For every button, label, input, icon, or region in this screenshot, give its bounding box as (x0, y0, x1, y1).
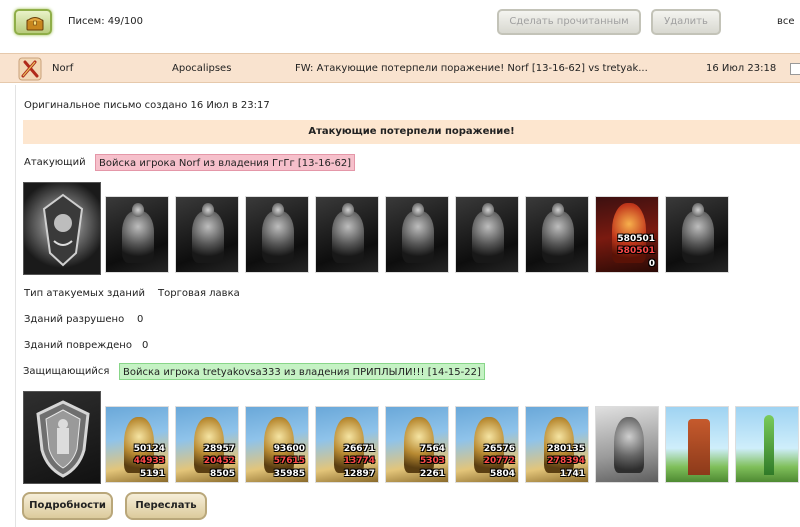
buildings-destroyed-value: 0 (137, 314, 144, 325)
battle-result-banner: Атакующие потерпели поражение! (23, 120, 800, 144)
unit-count: 5804 (489, 469, 515, 479)
attacker-crest-icon (23, 182, 101, 275)
unit-count: 26671 (343, 444, 375, 454)
unit-count: 20452 (203, 456, 235, 466)
unit-count: 278394 (547, 456, 585, 466)
unit-count: 13774 (343, 456, 375, 466)
unit-portrait: 7564 5303 2261 (385, 406, 449, 483)
unit-portrait: 50124 44933 5191 (105, 406, 169, 483)
defender-shield-icon (23, 391, 101, 484)
unit-count: 57615 (273, 456, 305, 466)
unit-portrait (315, 196, 379, 273)
message-sender: Norf (52, 63, 74, 74)
attacker-label: Атакующий (24, 157, 86, 168)
attacker-tag[interactable]: Войска игрока Norf из владения ГгГг [13-… (95, 154, 356, 171)
unit-portrait (595, 406, 659, 483)
building-type-label: Тип атакуемых зданий (24, 288, 145, 299)
forward-button[interactable]: Переслать (125, 492, 207, 520)
unit-portrait (735, 406, 799, 483)
buildings-damaged-value: 0 (142, 340, 149, 351)
unit-portrait: 93600 57615 35985 (245, 406, 309, 483)
unit-portrait: 26576 20772 5804 (455, 406, 519, 483)
unit-count: 35985 (273, 469, 305, 479)
unit-count: 580501 (617, 246, 655, 256)
defender-label: Защищающийся (23, 366, 110, 377)
letters-count: Писем: 49/100 (68, 16, 143, 27)
unit-portrait (105, 196, 169, 273)
unit-count: 580501 (617, 234, 655, 244)
unit-portrait (385, 196, 449, 273)
unit-portrait: 28957 20452 8505 (175, 406, 239, 483)
unit-count: 12897 (343, 469, 375, 479)
unit-portrait (665, 196, 729, 273)
defender-tag[interactable]: Войска игрока tretyakovsa333 из владения… (119, 363, 485, 380)
buildings-destroyed-label: Зданий разрушено (24, 314, 125, 325)
unit-portrait (525, 196, 589, 273)
original-created-note: Оригинальное письмо создано 16 Июл в 23:… (24, 100, 270, 111)
crossed-swords-icon (18, 57, 42, 81)
unit-count: 44933 (133, 456, 165, 466)
unit-count: 0 (648, 259, 655, 269)
delete-button[interactable]: Удалить (651, 9, 721, 35)
unit-count: 5303 (419, 456, 445, 466)
unit-count: 7564 (419, 444, 445, 454)
unit-portrait (455, 196, 519, 273)
chest-button[interactable] (14, 9, 52, 35)
mail-toolbar: Писем: 49/100 Сделать прочитанным Удалит… (0, 0, 800, 46)
unit-portrait (665, 406, 729, 483)
unit-count: 2261 (419, 469, 445, 479)
message-date: 16 Июл 23:18 (706, 63, 777, 74)
unit-count: 20772 (483, 456, 515, 466)
mark-read-button[interactable]: Сделать прочитанным (497, 9, 641, 35)
message-body: Оригинальное письмо создано 16 Июл в 23:… (15, 85, 800, 527)
unit-count: 1741 (559, 469, 585, 479)
unit-portrait: 580501 580501 0 (595, 196, 659, 273)
unit-count: 26576 (483, 444, 515, 454)
unit-portrait (245, 196, 309, 273)
unit-count: 280135 (547, 444, 585, 454)
unit-count: 28957 (203, 444, 235, 454)
unit-count: 8505 (209, 469, 235, 479)
unit-count: 50124 (133, 444, 165, 454)
unit-count: 5191 (139, 469, 165, 479)
chest-icon (26, 17, 44, 31)
message-row[interactable]: Norf Apocalipses FW: Атакующие потерпели… (0, 53, 800, 83)
unit-count: 93600 (273, 444, 305, 454)
buildings-damaged-label: Зданий повреждено (24, 340, 132, 351)
building-type-value: Торговая лавка (158, 288, 240, 299)
details-button[interactable]: Подробности (22, 492, 113, 520)
unit-portrait: 26671 13774 12897 (315, 406, 379, 483)
message-checkbox[interactable] (790, 63, 800, 75)
select-all-link[interactable]: все (777, 16, 795, 27)
message-subject[interactable]: FW: Атакующие потерпели поражение! Norf … (295, 63, 648, 74)
message-recipient: Apocalipses (172, 63, 232, 74)
unit-portrait (175, 196, 239, 273)
unit-portrait: 280135 278394 1741 (525, 406, 589, 483)
